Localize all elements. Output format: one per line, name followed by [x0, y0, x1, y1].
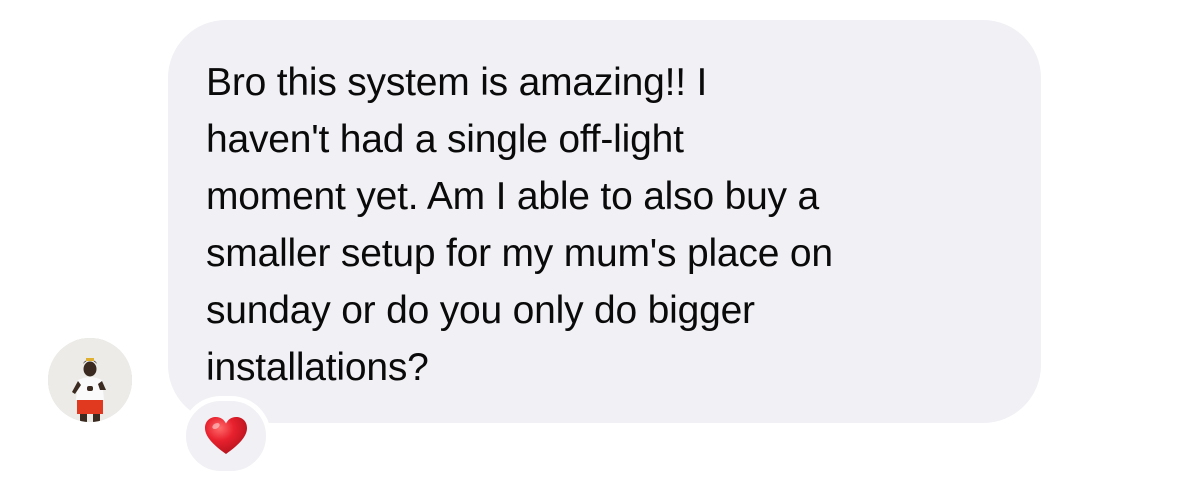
message-text: Bro this system is amazing!! I haven't h… [206, 61, 833, 389]
avatar-photo-icon [48, 338, 132, 422]
message-bubble[interactable]: Bro this system is amazing!! I haven't h… [168, 20, 1041, 423]
reaction-badge[interactable] [181, 396, 271, 476]
sender-avatar[interactable] [48, 338, 132, 422]
heart-icon [205, 417, 247, 454]
chat-screen: Bro this system is amazing!! I haven't h… [0, 0, 1179, 493]
message-row: Bro this system is amazing!! I haven't h… [0, 0, 1179, 493]
